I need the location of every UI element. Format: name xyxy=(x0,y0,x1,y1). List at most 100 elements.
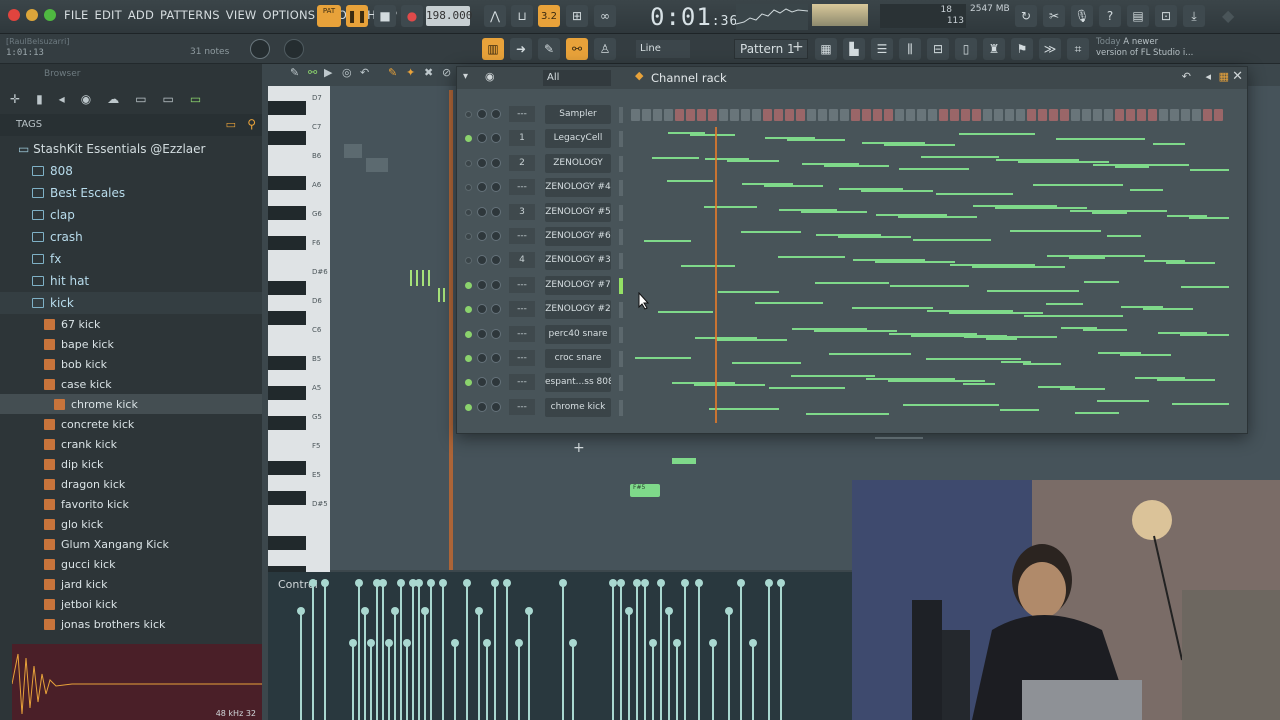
mute-led-icon[interactable] xyxy=(465,184,472,192)
edison-icon[interactable]: ⚑ xyxy=(1011,38,1033,60)
channel-name-button[interactable]: ZENOLOGY #6 xyxy=(545,227,611,246)
velocity-bar[interactable] xyxy=(309,579,317,720)
browser-file[interactable]: glo kick xyxy=(0,514,262,534)
pattern-preview[interactable] xyxy=(631,225,1229,249)
velocity-bar[interactable] xyxy=(491,579,499,720)
browser-folder[interactable]: kick xyxy=(0,292,262,314)
playlist-icon[interactable]: ▥ xyxy=(482,38,504,60)
record-icon[interactable]: ● xyxy=(401,5,423,27)
channel-row[interactable]: 1 LegacyCell xyxy=(457,127,1247,151)
channel-rack-view-icon[interactable]: ☰ xyxy=(871,38,893,60)
volume-knob[interactable] xyxy=(491,206,501,217)
channel-name-button[interactable]: chrome kick xyxy=(545,397,611,417)
pan-knob[interactable] xyxy=(477,157,487,168)
velocity-bar[interactable] xyxy=(649,639,657,720)
mute-led-icon[interactable] xyxy=(465,135,472,143)
velocity-bar[interactable] xyxy=(379,579,387,720)
master-volume-knob[interactable] xyxy=(284,39,304,59)
black-key[interactable] xyxy=(268,101,306,115)
channel-row[interactable]: --- croc snare xyxy=(457,347,1247,371)
browser-root-folder[interactable]: ▭ StashKit Essentials @Ezzlaer xyxy=(0,136,262,160)
pat-song-toggle[interactable]: PAT xyxy=(317,5,341,27)
globe-icon[interactable]: ◉ xyxy=(81,92,91,106)
tool-paint-icon[interactable]: ✦ xyxy=(406,66,415,79)
channel-name-button[interactable]: Sampler xyxy=(545,105,611,124)
volume-knob[interactable] xyxy=(491,109,501,119)
mute-led-icon[interactable] xyxy=(465,208,472,216)
velocity-bar[interactable] xyxy=(673,639,681,720)
black-key[interactable] xyxy=(268,131,306,145)
channel-name-button[interactable]: ZENOLOGY #3 xyxy=(545,251,611,271)
browser-file[interactable]: jonas brothers kick xyxy=(0,614,262,634)
mixer-route[interactable]: --- xyxy=(509,325,535,342)
velocity-bar[interactable] xyxy=(777,579,785,720)
velocity-bar[interactable] xyxy=(439,579,447,720)
browser-file[interactable]: concrete kick xyxy=(0,414,262,434)
mixer-route[interactable]: --- xyxy=(509,228,535,244)
pan-knob[interactable] xyxy=(477,304,487,315)
velocity-bar[interactable] xyxy=(569,639,577,720)
black-key[interactable] xyxy=(268,236,306,250)
channel-select[interactable] xyxy=(619,375,623,392)
mute-led-icon[interactable] xyxy=(465,355,472,362)
control-lane[interactable]: Control xyxy=(268,572,856,720)
pattern-preview[interactable] xyxy=(631,274,1229,298)
tempo-display[interactable]: 198.000 xyxy=(426,6,472,26)
pause-icon[interactable]: ❚❚ xyxy=(346,5,368,27)
channel-select[interactable] xyxy=(619,204,623,221)
microphone-icon[interactable]: 🎙 xyxy=(1071,5,1093,27)
tool-delete-icon[interactable]: ✖ xyxy=(424,66,433,79)
pattern-preview[interactable] xyxy=(631,323,1229,347)
mixer-route[interactable]: 2 xyxy=(509,154,535,171)
mute-led-icon[interactable] xyxy=(465,159,472,167)
cut-icon[interactable]: ✂ xyxy=(1043,5,1065,27)
collapse-icon[interactable]: ✛ xyxy=(10,92,20,106)
browser-file[interactable]: chrome kick xyxy=(0,394,262,414)
black-key[interactable] xyxy=(268,311,306,325)
browser-folder[interactable]: hit hat xyxy=(0,270,262,292)
channel-select[interactable] xyxy=(619,253,623,270)
browser-file[interactable]: dip kick xyxy=(0,454,262,474)
volume-knob[interactable] xyxy=(491,304,501,315)
browser-file[interactable]: jetboi kick xyxy=(0,594,262,614)
channel-row[interactable]: 2 ZENOLOGY xyxy=(457,152,1247,176)
velocity-bar[interactable] xyxy=(409,579,417,720)
channel-select[interactable] xyxy=(619,107,623,123)
channel-row[interactable]: 4 ZENOLOGY #3 xyxy=(457,249,1247,273)
menu-add[interactable]: ADD xyxy=(128,8,154,22)
channel-row[interactable]: 3 ZENOLOGY #5 xyxy=(457,201,1247,225)
rack-graph-icon[interactable]: ◂ xyxy=(1205,70,1211,83)
channel-row[interactable]: --- espant...ss 808 xyxy=(457,371,1247,395)
volume-knob[interactable] xyxy=(491,328,501,339)
velocity-bar[interactable] xyxy=(665,607,673,720)
velocity-bar[interactable] xyxy=(765,579,773,720)
menu-view[interactable]: VIEW xyxy=(226,8,257,22)
black-key[interactable] xyxy=(268,416,306,430)
pattern-preview[interactable] xyxy=(631,396,1229,420)
mute-led-icon[interactable] xyxy=(465,233,472,240)
channel-select[interactable] xyxy=(619,399,623,416)
volume-knob[interactable] xyxy=(491,401,501,412)
velocity-bar[interactable] xyxy=(625,607,633,720)
volume-knob[interactable] xyxy=(491,133,501,144)
pan-knob[interactable] xyxy=(477,279,487,290)
mixer-route[interactable]: --- xyxy=(509,106,535,122)
velocity-bar[interactable] xyxy=(397,579,405,720)
midi-icon[interactable]: ⌗ xyxy=(1067,38,1089,60)
black-key[interactable] xyxy=(268,461,306,475)
pan-knob[interactable] xyxy=(477,353,487,363)
velocity-bar[interactable] xyxy=(463,579,471,720)
velocity-bar[interactable] xyxy=(737,579,745,720)
pattern-preview[interactable] xyxy=(631,201,1229,225)
mute-led-icon[interactable] xyxy=(465,403,472,411)
mixer-route[interactable]: 3 xyxy=(509,203,535,220)
velocity-bar[interactable] xyxy=(427,579,435,720)
doc-icon[interactable]: ▮ xyxy=(36,92,43,106)
pan-knob[interactable] xyxy=(477,231,487,241)
velocity-bar[interactable] xyxy=(373,579,381,720)
close-window-icon[interactable] xyxy=(8,9,20,21)
tags-bar[interactable]: TAGS ▭ ⚲ xyxy=(0,114,262,136)
rack-scrollbar[interactable] xyxy=(875,437,923,439)
tool-mute-icon[interactable]: ⊘ xyxy=(442,66,451,79)
stamp-icon[interactable]: ♙ xyxy=(594,38,616,60)
